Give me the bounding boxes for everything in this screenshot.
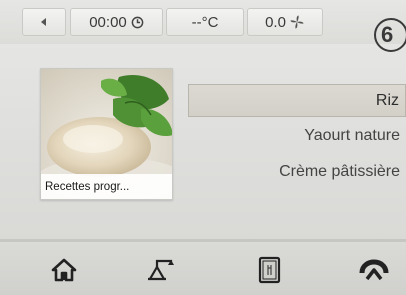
status-bar: 00:00 --°C 0.0 6 — [0, 0, 406, 52]
clock-icon — [131, 16, 144, 28]
programmed-recipes-card[interactable]: Recettes progr... — [40, 68, 173, 200]
recipe-list: Riz Yaourt nature Crème pâtissière — [188, 84, 406, 189]
turbo-button[interactable] — [354, 252, 394, 288]
home-icon — [51, 258, 77, 282]
scale-icon — [148, 259, 174, 281]
recipe-book-button[interactable] — [250, 252, 290, 288]
step-badge-value: 6 — [381, 22, 394, 47]
bottom-nav-bar — [0, 239, 406, 295]
recipe-card-label: Recettes progr... — [41, 174, 172, 199]
recipe-item-yaourt-nature[interactable]: Yaourt nature — [188, 119, 406, 153]
timer-value: 00:00 — [89, 13, 127, 31]
turbo-icon — [359, 259, 389, 281]
left-arrow-icon — [41, 18, 46, 26]
home-button[interactable] — [44, 252, 84, 288]
scale-button[interactable] — [142, 252, 182, 288]
back-button[interactable] — [22, 8, 66, 36]
recipe-item-riz[interactable]: Riz — [188, 84, 406, 117]
recipe-book-icon — [258, 256, 281, 284]
timer-display[interactable]: 00:00 — [70, 8, 163, 36]
temperature-value: --°C — [191, 13, 219, 31]
fan-icon — [290, 15, 304, 29]
speed-value: 0.0 — [265, 13, 286, 31]
speed-display[interactable]: 0.0 — [247, 8, 323, 36]
recipe-item-creme-patissiere[interactable]: Crème pâtissière — [188, 155, 406, 189]
temperature-display[interactable]: --°C — [166, 8, 244, 36]
appliance-screen: 00:00 --°C 0.0 6 Recettes progr... Riz Y… — [0, 0, 406, 295]
step-badge: 6 — [374, 18, 406, 52]
